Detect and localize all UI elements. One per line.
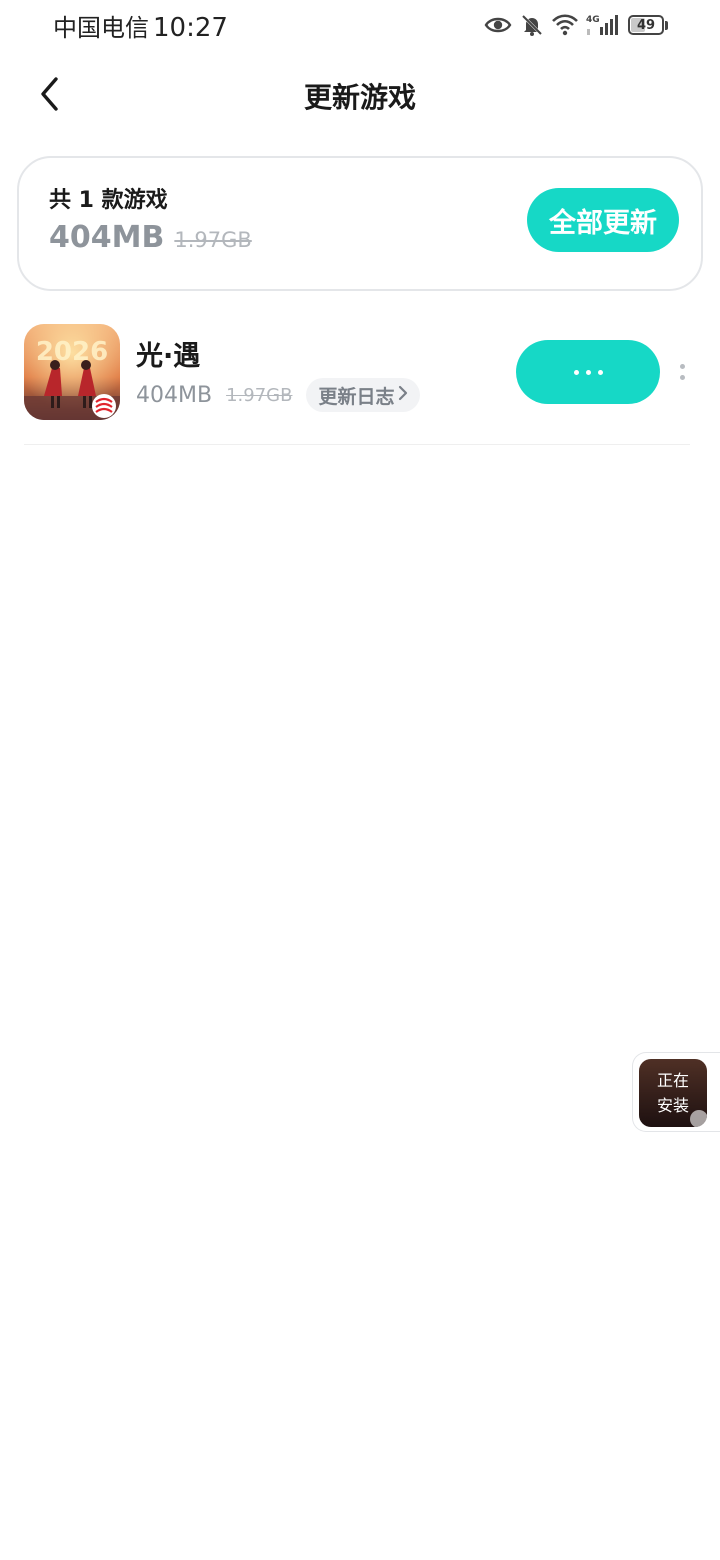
battery-level: 49 (636, 17, 656, 33)
chevron-right-icon (398, 384, 408, 406)
game-meta: 404MB 1.97GB 更新日志 (136, 378, 421, 412)
original-total-size: 1.97GB (174, 228, 252, 252)
installing-label-line2: 安装 (656, 1096, 689, 1115)
installing-float-button[interactable]: 正在 安装 (632, 1052, 720, 1132)
status-left: 中国电信 10:27 (53, 8, 228, 43)
changelog-label: 更新日志 (318, 385, 395, 408)
battery-icon: 49 (628, 15, 668, 35)
total-update-size: 404MB (49, 220, 165, 255)
carrier-name: 中国电信 (53, 14, 149, 42)
game-original-size: 1.97GB (226, 384, 293, 406)
more-dot (679, 375, 685, 380)
installing-label: 正在 安装 (639, 1059, 707, 1127)
update-all-button[interactable]: 全部更新 (527, 188, 679, 252)
list-item[interactable]: 2026 光·遇 404MB 1.97GB 更新日志 (24, 322, 690, 445)
summary-sizes: 404MB 1.97GB (49, 220, 252, 255)
more-dot (679, 364, 685, 369)
installing-label-line1: 正在 (656, 1071, 689, 1090)
screen: 中国电信 10:27 4G 49 更新游戏 共 1 款游戏 404MB 1.97… (0, 0, 720, 1560)
game-icon: 2026 (24, 324, 120, 420)
changelog-button[interactable]: 更新日志 (306, 378, 421, 412)
ellipsis-dot (585, 369, 591, 375)
update-progress-button[interactable] (516, 340, 660, 404)
header: 更新游戏 (0, 60, 720, 132)
svg-text:2026: 2026 (36, 337, 108, 367)
status-time: 10:27 (153, 13, 228, 43)
status-bar: 中国电信 10:27 4G 49 (0, 0, 720, 50)
more-vertical-icon[interactable] (674, 356, 690, 388)
summary-card: 共 1 款游戏 404MB 1.97GB 全部更新 (17, 156, 703, 291)
svg-text:4G: 4G (586, 15, 600, 25)
page-title: 更新游戏 (303, 81, 416, 114)
wifi-icon (552, 14, 578, 36)
bell-off-icon (520, 13, 544, 37)
eye-icon (484, 15, 512, 35)
status-icons: 4G 49 (484, 11, 668, 39)
game-update-size: 404MB (136, 382, 213, 408)
game-count-label: 共 1 款游戏 (49, 188, 168, 213)
game-name: 光·遇 (136, 341, 201, 372)
signal-icon: 4G (586, 13, 620, 37)
ellipsis-icon (573, 369, 579, 375)
ellipsis-dot (597, 369, 603, 375)
